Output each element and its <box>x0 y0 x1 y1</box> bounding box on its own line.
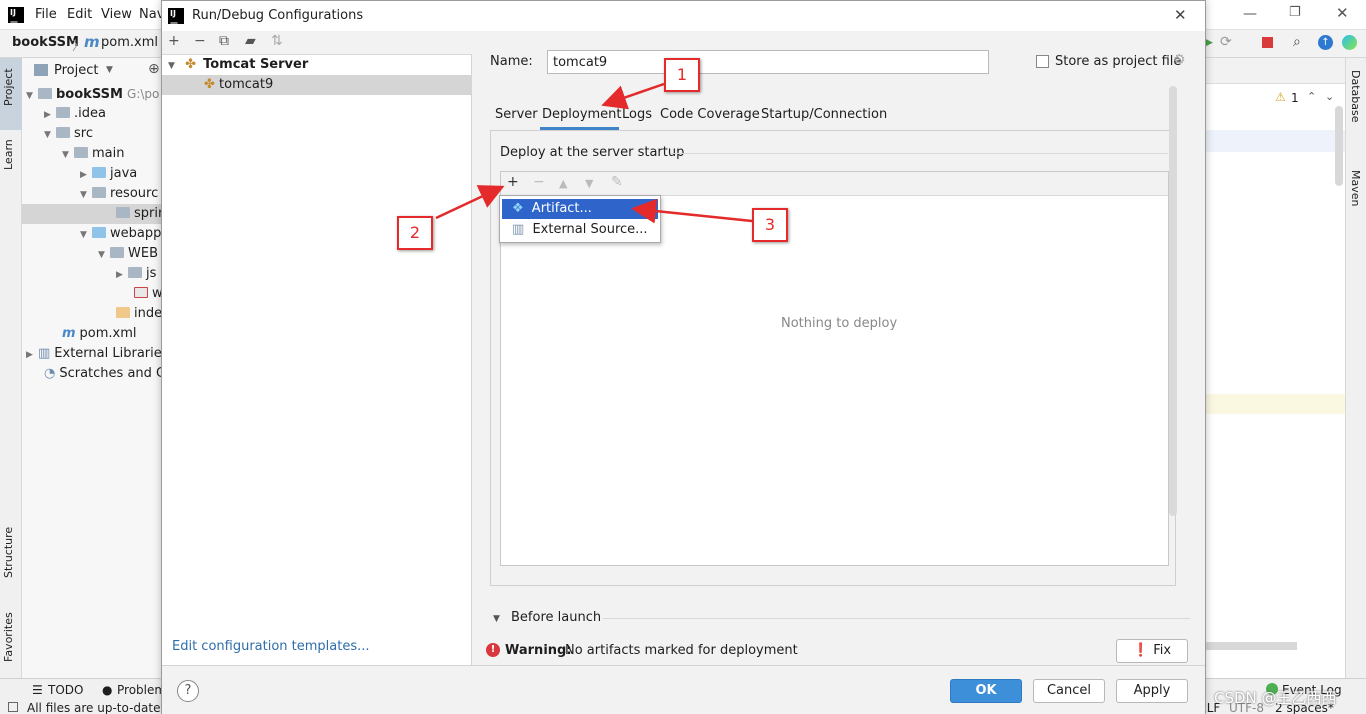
annotation-arrows <box>435 82 753 224</box>
annotation-label-3: 3 <box>752 208 788 242</box>
annotation-arrow-3 <box>631 198 753 224</box>
annotation-arrow-2 <box>435 185 505 220</box>
annotation-label-1: 1 <box>664 58 700 92</box>
annotation-label-2: 2 <box>397 216 433 250</box>
annotation-arrow-1 <box>601 82 665 110</box>
